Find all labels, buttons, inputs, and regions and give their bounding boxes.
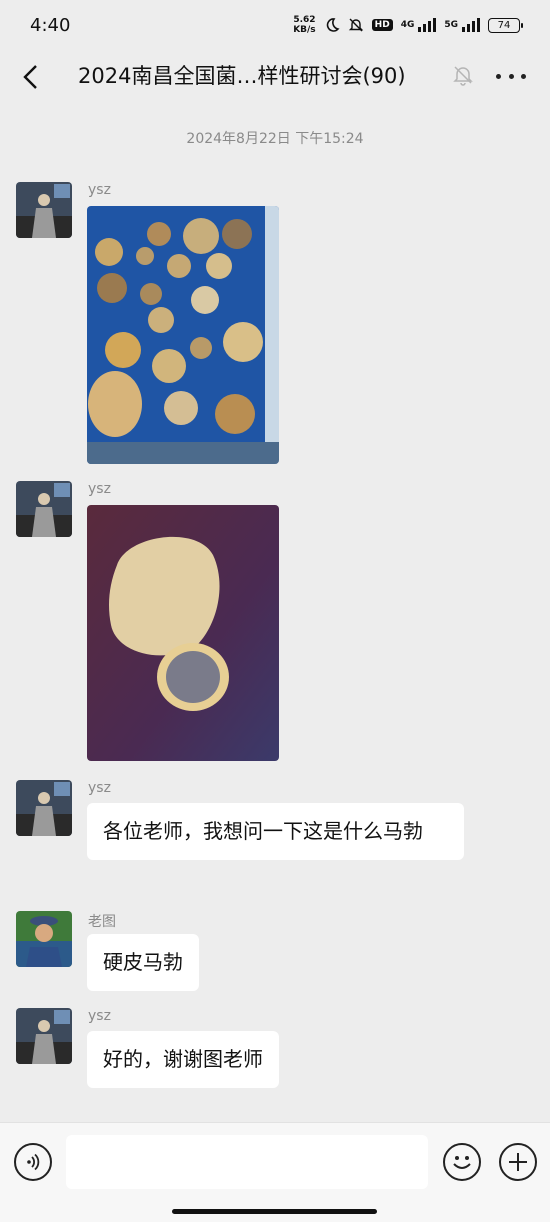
avatar[interactable]	[16, 481, 72, 537]
sender-name: ysz	[88, 182, 111, 198]
photo-message[interactable]	[87, 206, 279, 464]
chevron-left-icon	[23, 65, 37, 89]
input-bar	[0, 1122, 550, 1222]
network-5g-label: 5G	[444, 20, 458, 30]
chat-title: 2024南昌全国菌…样性研讨会(90)	[78, 64, 406, 88]
avatar[interactable]	[16, 1008, 72, 1064]
mute-indicator	[452, 64, 474, 86]
message-item: ysz	[16, 182, 536, 472]
sender-name: ysz	[88, 481, 111, 497]
network-speed-value: 5.62	[293, 15, 316, 25]
network-speed: 5.62 KB/s	[293, 15, 315, 35]
sender-name: ysz	[88, 780, 111, 796]
photo-message[interactable]	[87, 505, 279, 761]
status-icons: 5.62 KB/s HD 4G 5G 74	[293, 15, 523, 35]
more-dot	[521, 73, 526, 79]
avatar[interactable]	[16, 780, 72, 836]
voice-icon	[27, 1153, 40, 1171]
sender-name: 老图	[88, 914, 116, 930]
status-time: 4:40	[30, 14, 71, 36]
message-item: ysz 好的，谢谢图老师	[16, 1008, 536, 1094]
message-bubble[interactable]: 各位老师，我想问一下这是什么马勃	[87, 803, 464, 860]
hd-badge: HD	[371, 19, 393, 31]
sender-name: ysz	[88, 1008, 111, 1024]
plus-icon	[509, 1153, 527, 1171]
moon-icon	[326, 18, 340, 32]
more-button[interactable]	[496, 66, 526, 86]
bell-off-status-icon	[348, 18, 363, 32]
avatar[interactable]	[16, 182, 72, 238]
plus-button[interactable]	[499, 1143, 537, 1181]
chat-timestamp: 2024年8月22日 下午15:24	[186, 131, 364, 147]
message-bubble[interactable]: 硬皮马勃	[87, 934, 199, 991]
voice-button[interactable]	[14, 1143, 52, 1181]
more-dot	[508, 73, 514, 79]
network-speed-unit: KB/s	[293, 25, 316, 35]
back-button[interactable]	[16, 62, 46, 92]
home-indicator	[172, 1209, 377, 1214]
signal-icon	[418, 18, 437, 32]
chat-header: 2024南昌全国菌…样性研讨会(90)	[0, 50, 550, 106]
battery-icon: 74	[488, 17, 523, 33]
message-bubble[interactable]: 好的，谢谢图老师	[87, 1031, 279, 1088]
battery-level: 74	[497, 19, 511, 31]
bell-off-icon	[453, 66, 473, 86]
message-item: ysz	[16, 481, 536, 766]
network-4g-label: 4G	[400, 20, 415, 30]
message-item: 老图 硬皮马勃	[16, 911, 536, 997]
signal-icon-2	[462, 18, 480, 32]
message-item: ysz 各位老师，我想问一下这是什么马勃	[16, 780, 536, 900]
more-dot	[496, 73, 501, 79]
emoji-button[interactable]	[443, 1143, 481, 1181]
message-input[interactable]	[66, 1135, 428, 1189]
avatar[interactable]	[16, 911, 72, 967]
emoji-icon	[453, 1156, 471, 1169]
status-bar: 4:40 5.62 KB/s HD 4G 5G 74	[0, 0, 550, 50]
